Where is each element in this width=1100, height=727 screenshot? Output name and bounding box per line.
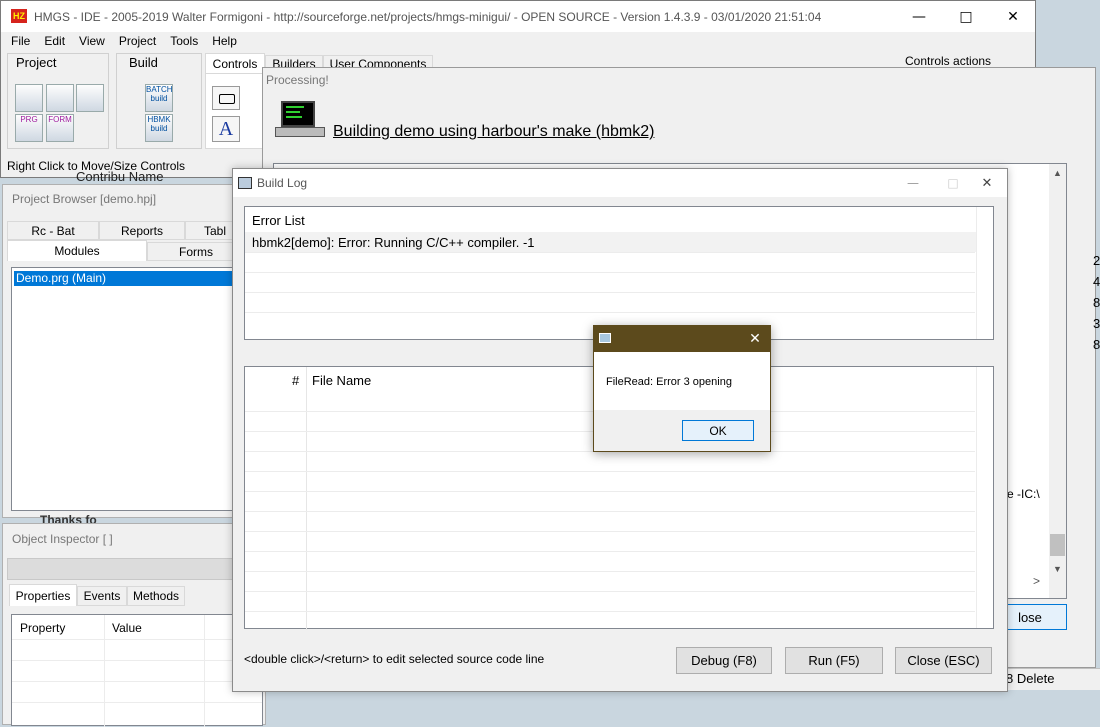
tab-modules[interactable]: Modules: [7, 240, 147, 261]
build-log-title: Build Log: [257, 176, 308, 190]
status-delete-text: 8 Delete: [1006, 671, 1055, 686]
tab-controls[interactable]: Controls: [205, 53, 265, 73]
menu-bar: File Edit View Project Tools Help: [11, 34, 251, 50]
tab-methods[interactable]: Methods: [127, 586, 185, 606]
main-title-text: HMGS - IDE - 2005-2019 Walter Formigoni …: [34, 10, 822, 24]
debug-button[interactable]: Debug (F8): [676, 647, 772, 674]
controls-panel: A: [205, 73, 265, 149]
right-digit-3: 8: [1093, 295, 1100, 310]
right-digit-1: 2: [1093, 253, 1100, 268]
column-value: Value: [112, 621, 142, 635]
properties-grid: Property Value: [11, 614, 263, 727]
menu-view[interactable]: View: [79, 34, 105, 48]
dialog-close-icon[interactable]: ✕: [744, 328, 766, 350]
build-log-hint: <double click>/<return> to edit selected…: [244, 652, 545, 666]
batch-build-icon[interactable]: BATCH build: [145, 84, 173, 112]
save-project-icon[interactable]: [76, 84, 104, 112]
dialog-titlebar: ✕: [594, 326, 770, 352]
computer-icon: [275, 101, 325, 137]
label-control-icon[interactable]: A: [212, 116, 240, 142]
column-number: #: [292, 373, 300, 388]
hbmk-build-icon[interactable]: HBMK build: [145, 114, 173, 142]
app-logo-icon: HZ: [11, 9, 27, 23]
tab-forms[interactable]: Forms: [147, 242, 245, 261]
tab-properties[interactable]: Properties: [9, 584, 77, 606]
minimize-icon[interactable]: —: [896, 1, 942, 32]
close-icon[interactable]: ✕: [990, 1, 1036, 32]
new-prg-icon[interactable]: PRG: [15, 114, 43, 142]
project-browser-window: Project Browser [demo.hpj] Rc - Bat Repo…: [2, 184, 264, 518]
project-group-label: Project: [16, 55, 57, 70]
processing-heading: Building demo using harbour's make (hbmk…: [333, 123, 655, 140]
modules-list: Demo.prg (Main): [11, 267, 252, 511]
open-project-icon[interactable]: [46, 84, 74, 112]
tab-events[interactable]: Events: [77, 586, 127, 606]
controls-actions-label: Controls actions: [905, 54, 992, 68]
error-list: Error List hbmk2[demo]: Error: Running C…: [244, 206, 994, 340]
build-group: Build BATCH build HBMK build: [116, 53, 202, 149]
dialog-ok-button[interactable]: OK: [682, 420, 754, 441]
maximize-icon[interactable]: □: [943, 1, 989, 32]
hscroll-right-icon[interactable]: >: [1033, 574, 1040, 588]
object-selector[interactable]: [7, 558, 263, 580]
new-project-icon[interactable]: [15, 84, 43, 112]
right-digit-5: 8: [1093, 337, 1100, 352]
tab-rc-bat[interactable]: Rc - Bat: [7, 221, 99, 240]
overlap-contributors-text: Contribu Name: [76, 169, 164, 184]
column-file-name: File Name: [312, 373, 372, 388]
list-item-selected[interactable]: Demo.prg (Main): [14, 271, 252, 286]
processing-title: Processing!: [266, 73, 329, 87]
error-list-scrollbar[interactable]: [976, 207, 993, 339]
object-inspector-title: Object Inspector [ ]: [12, 532, 113, 546]
processing-scrollbar[interactable]: ▲ ▼: [1049, 164, 1066, 598]
file-list-scrollbar[interactable]: [976, 367, 993, 628]
cut-output-text: e -IC:\: [1007, 487, 1040, 501]
build-log-window-icon: [238, 177, 252, 189]
project-group: Project PRG FORM: [7, 53, 109, 149]
close-log-button[interactable]: Close (ESC): [895, 647, 992, 674]
build-log-minimize-icon[interactable]: —: [893, 169, 933, 197]
build-log-titlebar: Build Log — □ ✕: [233, 169, 1007, 197]
run-button[interactable]: Run (F5): [785, 647, 883, 674]
column-property: Property: [20, 621, 66, 635]
menu-project[interactable]: Project: [119, 34, 156, 48]
menu-file[interactable]: File: [11, 34, 30, 48]
right-digit-4: 3: [1093, 316, 1100, 331]
object-inspector-window: Object Inspector [ ] Properties Events M…: [2, 523, 266, 727]
new-form-icon[interactable]: FORM: [46, 114, 74, 142]
error-list-header: Error List: [252, 213, 305, 228]
menu-tools[interactable]: Tools: [170, 34, 198, 48]
error-dialog: ✕ FileRead: Error 3 opening OK: [593, 325, 771, 452]
error-row-text: hbmk2[demo]: Error: Running C/C++ compil…: [252, 235, 535, 250]
menu-edit[interactable]: Edit: [44, 34, 65, 48]
right-digit-2: 4: [1093, 274, 1100, 289]
tab-reports[interactable]: Reports: [99, 221, 185, 240]
build-log-close-icon[interactable]: ✕: [967, 169, 1007, 197]
build-group-label: Build: [129, 55, 158, 70]
menu-help[interactable]: Help: [212, 34, 237, 48]
project-browser-title: Project Browser [demo.hpj]: [12, 192, 157, 206]
dialog-window-icon: [599, 333, 611, 343]
dialog-message: FileRead: Error 3 opening: [606, 376, 732, 388]
button-control-icon[interactable]: [212, 86, 240, 110]
main-titlebar: HZ HMGS - IDE - 2005-2019 Walter Formigo…: [1, 1, 1035, 32]
